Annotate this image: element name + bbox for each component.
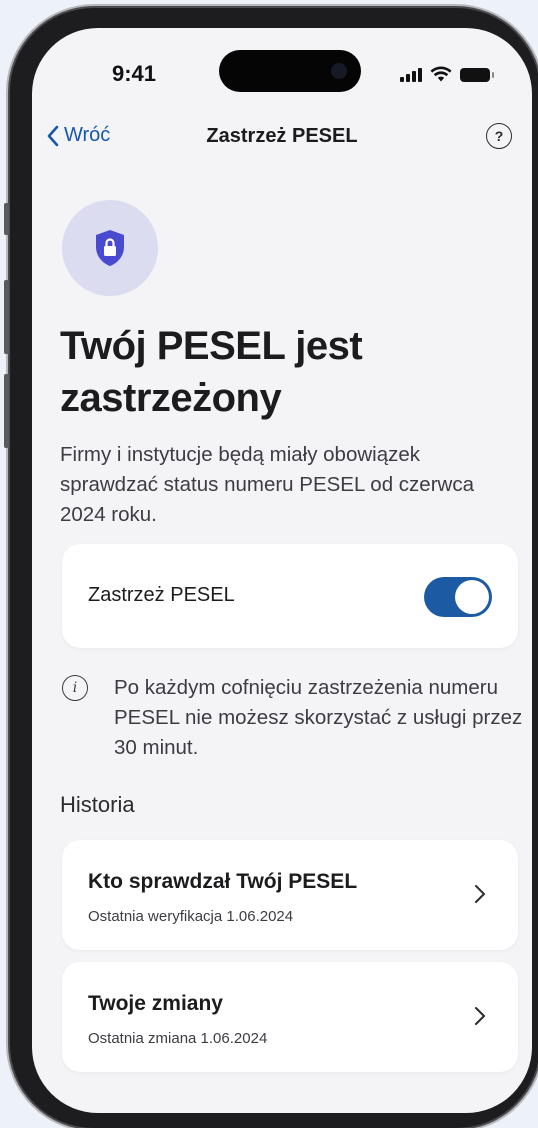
dynamic-island xyxy=(219,50,361,92)
wifi-icon xyxy=(430,66,452,82)
pesel-toggle[interactable] xyxy=(424,577,492,617)
phone-frame: 9:41 Wróć Zastrzeż PESEL ? Twój PESEL je… xyxy=(4,8,538,1128)
toggle-card: Zastrzeż PESEL xyxy=(62,544,518,648)
help-button[interactable]: ? xyxy=(486,123,512,149)
status-time: 9:41 xyxy=(112,61,157,86)
history-item-checks[interactable]: Kto sprawdzał Twój PESEL Ostatnia weryfi… xyxy=(62,840,518,950)
history-item-subtitle: Ostatnia weryfikacja 1.06.2024 xyxy=(88,908,294,925)
navigation-bar: Wróć Zastrzeż PESEL ? xyxy=(32,123,532,157)
volume-up-button xyxy=(4,280,9,354)
toggle-label: Zastrzeż PESEL xyxy=(88,584,235,606)
shield-badge xyxy=(62,200,158,296)
status-icons xyxy=(400,66,494,82)
mute-switch xyxy=(4,203,9,235)
history-title: Historia xyxy=(60,792,135,817)
info-icon: i xyxy=(62,675,88,701)
info-text: Po każdym cofnięciu zastrzeżenia numeru … xyxy=(114,676,523,759)
chevron-right-icon xyxy=(475,885,485,903)
status-bar: 9:41 xyxy=(32,28,532,100)
shield-lock-icon xyxy=(96,230,124,266)
screen: 9:41 Wróć Zastrzeż PESEL ? Twój PESEL je… xyxy=(32,28,532,1113)
cellular-signal-icon xyxy=(400,68,422,82)
volume-down-button xyxy=(4,374,9,448)
chevron-right-icon xyxy=(475,1007,485,1025)
toggle-knob xyxy=(455,580,489,614)
page-title: Zastrzeż PESEL xyxy=(206,125,358,147)
history-item-changes[interactable]: Twoje zmiany Ostatnia zmiana 1.06.2024 xyxy=(62,962,518,1072)
battery-icon xyxy=(460,68,494,82)
history-item-title: Twoje zmiany xyxy=(88,992,223,1015)
history-item-title: Kto sprawdzał Twój PESEL xyxy=(88,870,358,893)
description: Firmy i instytucje będą miały obowiązek … xyxy=(60,443,474,526)
camera-icon xyxy=(331,63,347,79)
headline: Twój PESEL jest zastrzeżony xyxy=(60,324,363,420)
history-item-subtitle: Ostatnia zmiana 1.06.2024 xyxy=(88,1030,268,1047)
